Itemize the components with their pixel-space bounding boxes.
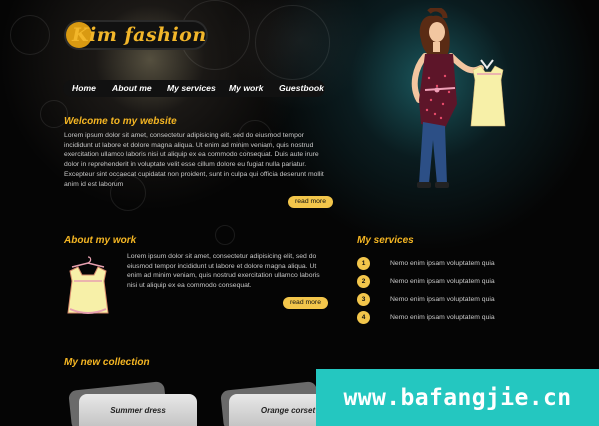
service-number-badge: 1 [357,256,370,270]
main-nav: Home About me My services My work Guestb… [63,80,325,97]
bokeh-ring [215,225,235,245]
welcome-heading: Welcome to my website [64,116,177,127]
watermark-text: www.bafangjie.cn [343,384,572,411]
bokeh-ring [10,15,50,55]
about-heading: About my work [64,235,137,246]
welcome-read-more-button[interactable]: read more [288,196,333,208]
nav-item-my-services[interactable]: My services [167,83,216,93]
logo-text: Kim fashion [72,24,207,46]
service-text: Nemo enim ipsam voluptatem quia [390,295,495,303]
collection-heading: My new collection [64,357,150,368]
list-item[interactable]: 1 Nemo enim ipsam voluptatem quia [357,256,517,270]
watermark-banner: www.bafangjie.cn [316,369,599,426]
nav-item-home[interactable]: Home [72,83,96,93]
nav-item-guestbook[interactable]: Guestbook [279,83,324,93]
nav-item-about-me[interactable]: About me [112,83,152,93]
service-text: Nemo enim ipsam voluptatem quia [390,259,495,267]
about-text: Lorem ipsum dolor sit amet, consectetur … [127,253,320,290]
service-number-badge: 2 [357,274,370,288]
collection-card-title: Summer dress [110,406,166,415]
service-text: Nemo enim ipsam voluptatem quia [390,313,495,321]
service-number-badge: 4 [357,310,370,324]
about-read-more-button[interactable]: read more [283,297,328,309]
service-number-badge: 3 [357,292,370,306]
welcome-text: Lorem ipsum dolor sit amet, consectetur … [64,132,324,188]
list-item[interactable]: 3 Nemo enim ipsam voluptatem quia [357,292,517,306]
top-on-hanger-icon [67,256,109,314]
service-text: Nemo enim ipsam voluptatem quia [390,277,495,285]
hero-woman-illustration [411,8,506,188]
site-logo[interactable]: Kim fashion [64,20,208,50]
services-heading: My services [357,235,414,246]
bokeh-ring [255,5,330,80]
list-item[interactable]: 2 Nemo enim ipsam voluptatem quia [357,274,517,288]
nav-item-my-work[interactable]: My work [229,83,263,93]
list-item[interactable]: 4 Nemo enim ipsam voluptatem quia [357,310,517,324]
